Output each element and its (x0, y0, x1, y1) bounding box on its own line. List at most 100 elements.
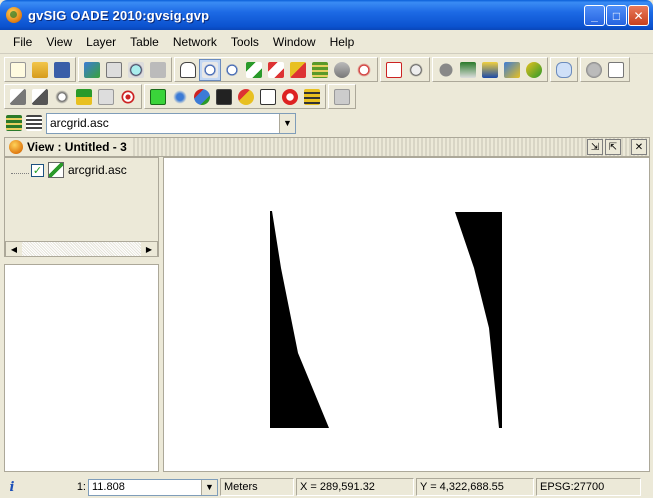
select-button[interactable] (7, 86, 29, 108)
close-button[interactable]: ✕ (628, 5, 649, 26)
scale-arrow-icon[interactable]: ▼ (201, 479, 217, 495)
edit-button[interactable] (257, 86, 279, 108)
circle-button[interactable] (583, 59, 605, 81)
info-button[interactable] (435, 59, 457, 81)
view-minimize-button[interactable]: ⇲ (587, 139, 603, 155)
zoom-full-button[interactable] (243, 59, 265, 81)
area-icon (504, 61, 520, 78)
file-toolbar (4, 57, 76, 82)
zoom-out-icon (224, 61, 240, 78)
graphic-button[interactable] (95, 86, 117, 108)
map-canvas[interactable] (163, 157, 650, 472)
rocket-icon (238, 88, 254, 105)
extra-toolbar (550, 57, 578, 82)
scale-combo[interactable]: 11.808 ▼ (88, 478, 218, 496)
toc-horizontal-scrollbar[interactable]: ◀ ▶ (5, 241, 158, 257)
locator-button[interactable] (331, 59, 353, 81)
tree-icon (172, 88, 188, 105)
coords-button[interactable] (457, 59, 479, 81)
ruler-button[interactable] (479, 59, 501, 81)
scroll-track[interactable] (22, 242, 141, 256)
target-icon (120, 88, 136, 105)
layer-props-button[interactable] (147, 59, 169, 81)
menu-bar: File View Layer Table Network Tools Wind… (0, 30, 653, 54)
measure-button[interactable] (383, 59, 405, 81)
layer-combo-value: arcgrid.asc (50, 116, 109, 130)
menu-layer[interactable]: Layer (79, 35, 123, 49)
unknown-button[interactable] (331, 86, 353, 108)
network-button[interactable] (191, 86, 213, 108)
zoom-select-icon (268, 61, 284, 78)
zoom-in-icon (202, 61, 218, 78)
layer-visibility-checkbox[interactable]: ✓ (31, 163, 44, 177)
stack-button[interactable] (301, 86, 323, 108)
navigation-toolbar (174, 57, 378, 82)
tree-button[interactable] (169, 86, 191, 108)
layers-button[interactable] (309, 59, 331, 81)
rocket-button[interactable] (235, 86, 257, 108)
menu-network[interactable]: Network (166, 35, 224, 49)
map-raster (270, 211, 502, 428)
view-close-button[interactable]: ✕ (631, 139, 647, 155)
query-button[interactable] (353, 59, 375, 81)
print-preview-button[interactable] (103, 59, 125, 81)
scroll-left-icon[interactable]: ◀ (6, 242, 22, 256)
layer-combo[interactable]: arcgrid.asc ▼ (46, 112, 296, 134)
scale-value: 11.808 (92, 481, 125, 493)
select-polygon-icon (54, 88, 70, 105)
zoom-select-button[interactable] (265, 59, 287, 81)
save-button[interactable] (51, 59, 73, 81)
scale-prefix: 1: (76, 481, 86, 493)
zoom-full-icon (246, 61, 262, 78)
y-coordinate: Y = 4,322,688.55 (416, 478, 534, 496)
pan-button[interactable] (177, 59, 199, 81)
toolbar-row-2 (0, 83, 358, 110)
select-polygon-button[interactable] (51, 86, 73, 108)
magnify-button[interactable] (405, 59, 427, 81)
layer-props-icon (150, 61, 166, 78)
link-button[interactable] (523, 59, 545, 81)
info-toolbar (432, 57, 548, 82)
maximize-button[interactable]: □ (606, 5, 627, 26)
menu-window[interactable]: Window (266, 35, 323, 49)
target-button[interactable] (117, 86, 139, 108)
record-button[interactable] (279, 86, 301, 108)
comments-icon (556, 61, 572, 78)
unknown-icon (334, 88, 350, 105)
combo-arrow-icon[interactable]: ▼ (279, 113, 295, 133)
menu-file[interactable]: File (6, 35, 39, 49)
comments-button[interactable] (553, 59, 575, 81)
toc-layer-item[interactable]: ✓ arcgrid.asc (11, 162, 127, 178)
layer-stack-icon (6, 115, 22, 131)
scroll-right-icon[interactable]: ▶ (141, 242, 157, 256)
menu-view[interactable]: View (39, 35, 79, 49)
minimize-button[interactable]: _ (584, 5, 605, 26)
zoom-in-button[interactable] (199, 58, 221, 81)
area-button[interactable] (501, 59, 523, 81)
ruler-icon (482, 61, 498, 78)
crs-label: EPSG:27700 (536, 478, 641, 496)
menu-tools[interactable]: Tools (224, 35, 266, 49)
menu-help[interactable]: Help (323, 35, 362, 49)
window-button[interactable] (605, 59, 627, 81)
zoom-out-button[interactable] (221, 59, 243, 81)
coords-icon (460, 61, 476, 78)
select-point-button[interactable] (29, 86, 51, 108)
info-icon (438, 61, 454, 78)
add-layer-button[interactable] (81, 59, 103, 81)
raster-left-shape (270, 211, 329, 428)
new-button[interactable] (7, 59, 29, 81)
find-button[interactable] (125, 59, 147, 81)
select-layer-button[interactable] (147, 86, 169, 108)
console-button[interactable] (213, 86, 235, 108)
menu-table[interactable]: Table (123, 35, 166, 49)
layers-icon (312, 61, 328, 78)
zoom-layer-button[interactable] (287, 59, 309, 81)
view-restore-button[interactable]: ⇱ (605, 139, 621, 155)
locator-map[interactable] (4, 264, 159, 472)
open-button[interactable] (29, 59, 51, 81)
layer-list-icon[interactable] (26, 115, 42, 131)
attribute-button[interactable] (73, 86, 95, 108)
print-preview-icon (106, 61, 122, 78)
add-layer-icon (84, 61, 100, 78)
